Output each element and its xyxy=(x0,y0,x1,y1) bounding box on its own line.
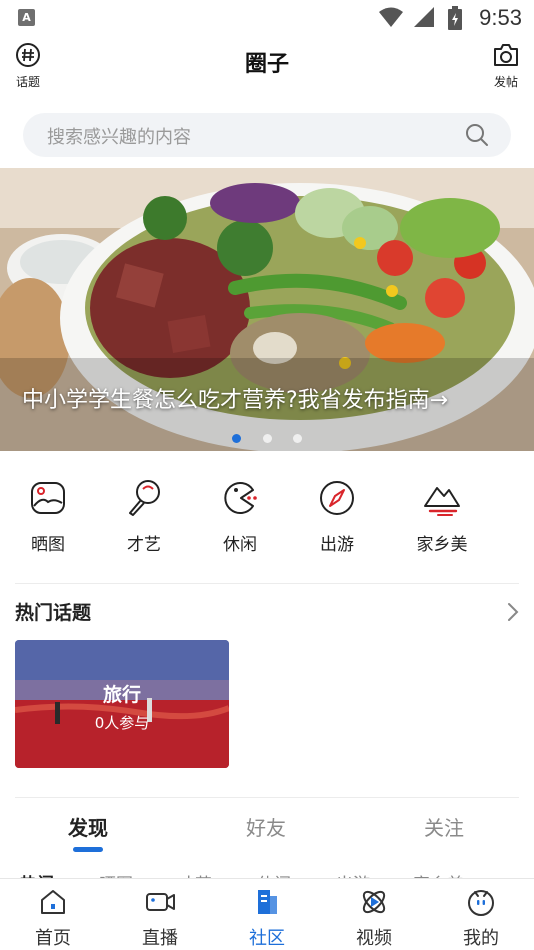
category-label: 家乡美 xyxy=(416,535,468,555)
chevron-right-icon[interactable] xyxy=(506,601,520,623)
battery-icon xyxy=(448,6,462,30)
category-travel[interactable]: 出游 xyxy=(297,478,377,555)
search-bar[interactable]: 搜索感兴趣的内容 xyxy=(23,113,511,157)
carousel-dot[interactable] xyxy=(232,434,242,443)
banner-caption: 中小学学生餐怎么吃才营养?我省发布指南→ xyxy=(22,388,449,413)
nav-home[interactable]: 首页 xyxy=(18,887,88,950)
tab-following[interactable]: 关注 xyxy=(424,812,464,841)
category-label: 晒图 xyxy=(31,535,65,555)
page-title: 圈子 xyxy=(244,52,289,77)
post-button[interactable]: 发帖 xyxy=(484,42,528,90)
category-label: 休闲 xyxy=(223,535,257,555)
photo-icon xyxy=(31,482,65,514)
community-icon xyxy=(258,890,277,914)
search-placeholder: 搜索感兴趣的内容 xyxy=(47,127,191,148)
nav-live[interactable]: 直播 xyxy=(125,887,195,950)
nav-label: 我的 xyxy=(463,928,499,949)
category-talent[interactable]: 才艺 xyxy=(104,478,184,555)
category-hometown[interactable]: 家乡美 xyxy=(402,478,482,555)
leisure-icon xyxy=(224,482,257,514)
camera-icon xyxy=(494,44,518,66)
hot-topics-title: 热门话题 xyxy=(15,602,92,624)
category-leisure[interactable]: 休闲 xyxy=(200,478,280,555)
live-icon xyxy=(146,893,175,911)
profile-icon xyxy=(468,890,494,916)
topic-card[interactable]: 旅行 0人参与 xyxy=(15,640,229,768)
banner-carousel[interactable]: 中小学学生餐怎么吃才营养?我省发布指南→ xyxy=(0,168,534,451)
topic-title: 旅行 xyxy=(102,684,141,706)
divider xyxy=(15,797,519,798)
wifi-icon xyxy=(379,7,403,27)
topic-participants: 0人参与 xyxy=(94,714,150,732)
divider xyxy=(15,583,519,584)
carousel-dot[interactable] xyxy=(262,434,272,443)
nav-label: 社区 xyxy=(249,928,285,949)
nav-label: 首页 xyxy=(35,928,71,949)
category-label: 才艺 xyxy=(127,535,161,555)
home-icon xyxy=(41,890,65,914)
tab-indicator xyxy=(73,847,103,852)
category-photo[interactable]: 晒图 xyxy=(8,478,88,555)
clock: 9:53 xyxy=(479,5,522,30)
mountain-icon xyxy=(424,487,460,516)
nav-community[interactable]: 社区 xyxy=(232,887,302,950)
carousel-indicator xyxy=(0,428,534,447)
status-bar: A 9:53 xyxy=(0,0,534,36)
cell-signal-icon xyxy=(414,7,434,27)
nav-profile[interactable]: 我的 xyxy=(446,887,516,950)
nav-label: 直播 xyxy=(142,928,178,949)
notification-icon: A xyxy=(18,9,35,26)
talent-icon xyxy=(129,480,160,516)
video-icon xyxy=(362,890,386,914)
nav-video[interactable]: 视频 xyxy=(339,887,409,950)
tab-discover[interactable]: 发现 xyxy=(68,812,108,841)
carousel-dot[interactable] xyxy=(292,434,302,443)
bottom-nav: 首页 直播 社区 视频 我的 xyxy=(0,878,534,950)
category-label: 出游 xyxy=(320,535,354,555)
compass-icon xyxy=(320,481,354,515)
category-row: 晒图 才艺 休闲 出游 家乡美 xyxy=(0,478,534,568)
search-icon[interactable] xyxy=(465,123,489,147)
tab-friends[interactable]: 好友 xyxy=(246,812,286,841)
header: 话题 圈子 发帖 xyxy=(0,36,534,92)
post-label: 发帖 xyxy=(493,75,518,89)
nav-label: 视频 xyxy=(356,928,392,949)
